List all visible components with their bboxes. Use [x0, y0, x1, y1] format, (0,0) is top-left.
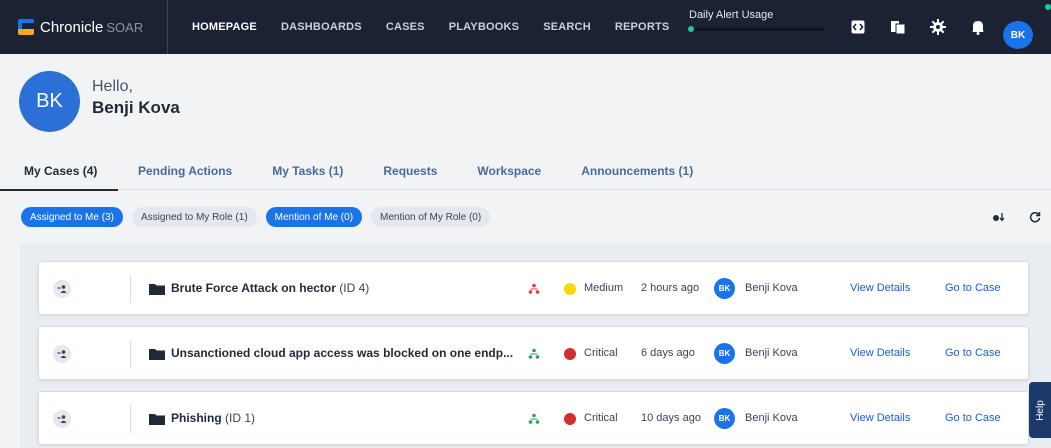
sort-icon[interactable] — [990, 208, 1008, 226]
case-filters: Assigned to Me (3) Assigned to My Role (… — [21, 207, 499, 227]
help-button[interactable]: Help — [1029, 382, 1051, 438]
case-stage-icon — [528, 413, 540, 424]
case-folder-icon — [149, 284, 165, 295]
case-row[interactable]: Phishing (ID 1) Critical 10 days ago BK … — [38, 391, 1029, 445]
case-folder-icon — [149, 414, 165, 425]
case-owner: Benji Kova — [745, 412, 798, 424]
row-divider — [130, 340, 131, 368]
case-priority: Critical — [584, 412, 618, 424]
brand-suffix: SOAR — [106, 19, 144, 35]
filter-assigned-to-me[interactable]: Assigned to Me (3) — [21, 207, 123, 227]
tab-my-tasks[interactable]: My Tasks (1) — [252, 152, 363, 190]
tab-announcements[interactable]: Announcements (1) — [561, 152, 713, 190]
homepage-tabs: My Cases (4) Pending Actions My Tasks (1… — [0, 152, 1051, 191]
nav-search[interactable]: SEARCH — [531, 0, 603, 54]
alert-usage-bar — [688, 26, 824, 32]
case-priority: Critical — [584, 347, 618, 359]
case-time: 10 days ago — [641, 412, 701, 424]
notes-icon[interactable] — [886, 15, 910, 39]
assign-user-icon[interactable] — [53, 280, 71, 298]
filter-mention-of-me[interactable]: Mention of Me (0) — [265, 207, 363, 227]
case-owner: Benji Kova — [745, 347, 798, 359]
owner-avatar: BK — [714, 343, 735, 364]
view-details-link[interactable]: View Details — [850, 347, 910, 359]
tab-requests[interactable]: Requests — [363, 152, 457, 190]
go-to-case-link[interactable]: Go to Case — [945, 282, 1001, 294]
alert-usage-label: Daily Alert Usage — [689, 9, 774, 21]
main-nav: HOMEPAGE DASHBOARDS CASES PLAYBOOKS SEAR… — [168, 0, 681, 54]
chronicle-logo-icon — [18, 19, 34, 35]
nav-playbooks[interactable]: PLAYBOOKS — [437, 0, 531, 54]
case-id: (ID 1) — [225, 411, 256, 425]
case-priority: Medium — [584, 282, 624, 294]
priority-indicator — [564, 413, 576, 425]
case-row[interactable]: Brute Force Attack on hector (ID 4) Medi… — [38, 261, 1029, 315]
go-to-case-link[interactable]: Go to Case — [945, 412, 1001, 424]
refresh-icon[interactable] — [1026, 208, 1044, 226]
code-icon[interactable] — [846, 15, 870, 39]
assign-user-icon[interactable] — [53, 345, 71, 363]
case-title[interactable]: Unsanctioned cloud app access was blocke… — [171, 346, 516, 360]
help-label: Help — [1034, 399, 1046, 421]
filter-assigned-to-my-role[interactable]: Assigned to My Role (1) — [131, 207, 257, 227]
row-divider — [130, 275, 131, 303]
daily-alert-usage[interactable]: Daily Alert Usage — [688, 9, 824, 32]
alert-usage-indicator — [688, 26, 694, 32]
view-details-link[interactable]: View Details — [850, 412, 910, 424]
tab-my-cases[interactable]: My Cases (4) — [0, 152, 118, 191]
case-title[interactable]: Phishing (ID 1) — [171, 411, 516, 425]
case-title-text: Brute Force Attack on hector — [171, 281, 336, 295]
online-status-indicator — [1045, 4, 1051, 10]
row-divider — [130, 405, 131, 433]
tab-workspace[interactable]: Workspace — [457, 152, 561, 190]
owner-avatar: BK — [714, 278, 735, 299]
list-tools — [990, 208, 1051, 226]
case-id: (ID 4) — [339, 281, 370, 295]
case-title-text: Unsanctioned cloud app access was blocke… — [171, 346, 514, 360]
case-stage-icon — [528, 283, 540, 294]
case-owner: Benji Kova — [745, 282, 798, 294]
nav-cases[interactable]: CASES — [374, 0, 437, 54]
settings-gear-icon[interactable] — [926, 15, 950, 39]
user-greeting: BK Hello, Benji Kova — [19, 71, 180, 132]
brand-name: Chronicle — [40, 18, 104, 36]
view-details-link[interactable]: View Details — [850, 282, 910, 294]
case-folder-icon — [149, 349, 165, 360]
greeting-user-name: Benji Kova — [92, 97, 180, 117]
toolbar-icons — [846, 0, 1006, 54]
greeting-hello: Hello, — [92, 77, 133, 95]
user-avatar-button[interactable]: BK — [1003, 21, 1033, 49]
case-stage-icon — [528, 348, 540, 359]
nav-reports[interactable]: REPORTS — [603, 0, 682, 54]
priority-indicator — [564, 348, 576, 360]
filter-mention-of-my-role[interactable]: Mention of My Role (0) — [371, 207, 491, 227]
case-title-text: Phishing — [171, 411, 222, 425]
case-title[interactable]: Brute Force Attack on hector (ID 4) — [171, 281, 516, 295]
user-avatar: BK — [19, 71, 80, 132]
app-logo[interactable]: Chronicle SOAR — [0, 0, 168, 54]
case-row[interactable]: Unsanctioned cloud app access was blocke… — [38, 326, 1029, 380]
case-time: 6 days ago — [641, 347, 695, 359]
go-to-case-link[interactable]: Go to Case — [945, 347, 1001, 359]
assign-user-icon[interactable] — [53, 410, 71, 428]
tab-pending-actions[interactable]: Pending Actions — [118, 152, 252, 190]
owner-avatar: BK — [714, 408, 735, 429]
notification-bell-icon[interactable] — [966, 15, 990, 39]
priority-indicator — [564, 283, 576, 295]
nav-homepage[interactable]: HOMEPAGE — [180, 0, 269, 54]
case-time: 2 hours ago — [641, 282, 700, 294]
nav-dashboards[interactable]: DASHBOARDS — [269, 0, 374, 54]
